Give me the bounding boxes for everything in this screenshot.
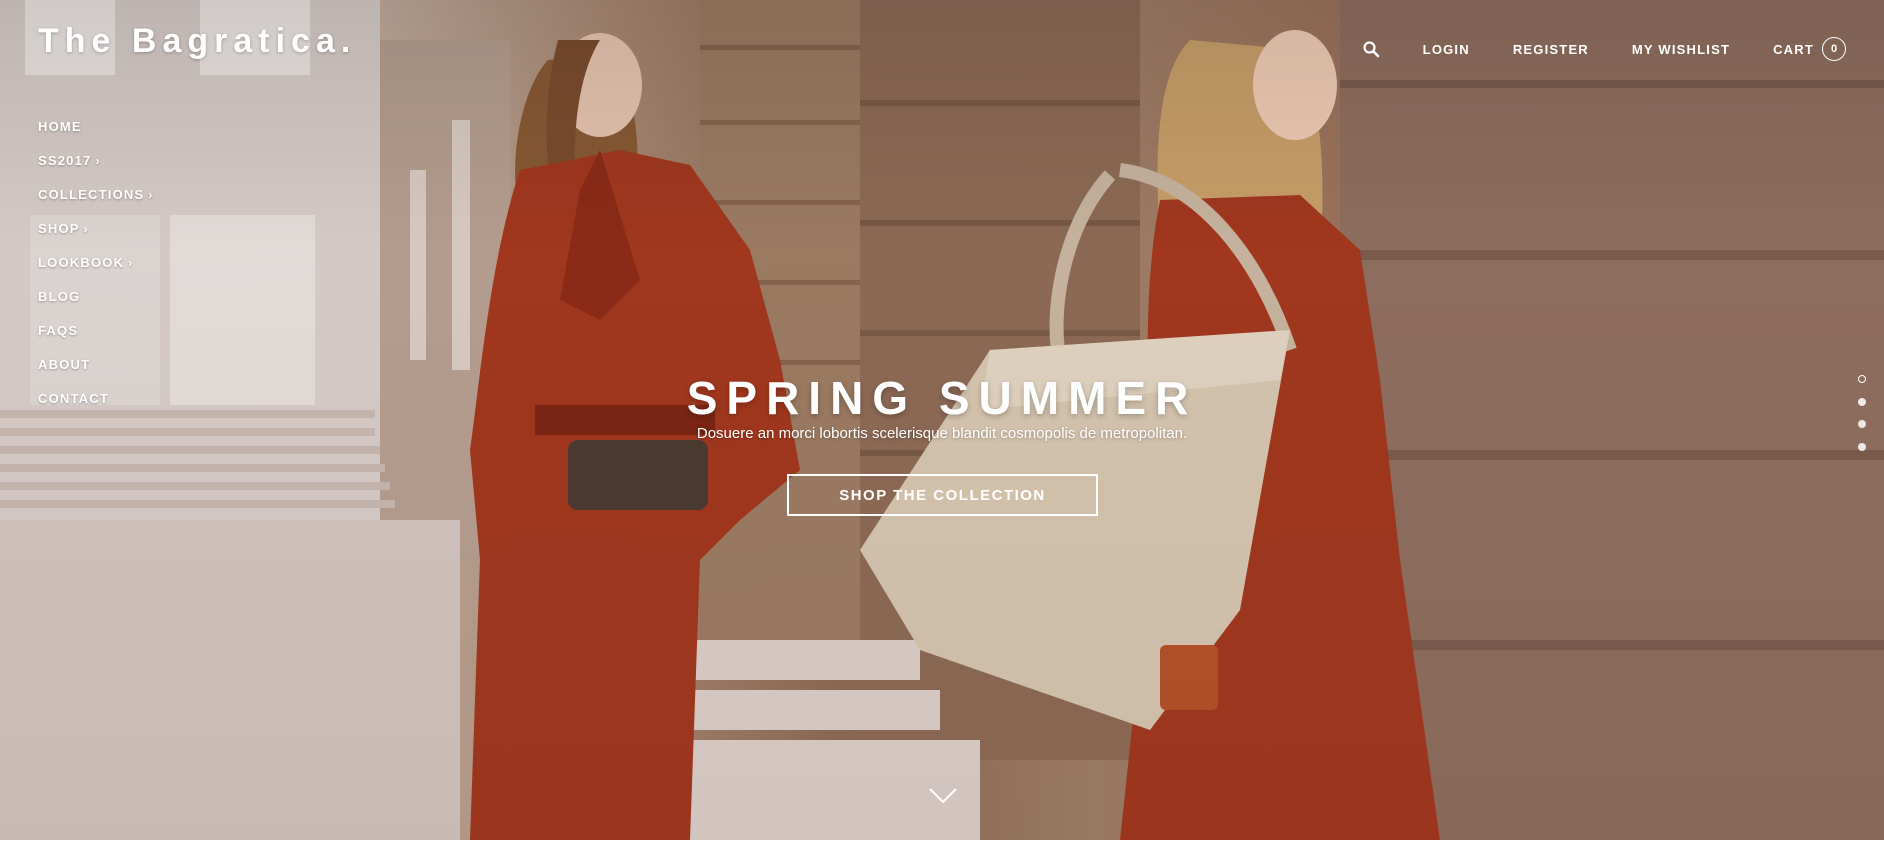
nav-item-label: LOOKBOOK	[38, 255, 125, 270]
nav-item-label: HOME	[38, 119, 82, 134]
chevron-right-icon: ›	[148, 188, 154, 202]
nav-item-lookbook[interactable]: LOOKBOOK ›	[38, 253, 154, 287]
nav-item-ss2017[interactable]: SS2017 ›	[38, 151, 154, 185]
site-logo[interactable]: The Bagratica.	[38, 22, 356, 61]
hero-banner: The Bagratica. HOME SS2017 › COLLECTIONS ›…	[0, 0, 1884, 840]
hero-title: SPRING SUMMER	[686, 371, 1198, 424]
nav-item-blog[interactable]: BLOG	[38, 287, 154, 321]
register-link[interactable]: REGISTER	[1513, 42, 1589, 57]
chevron-right-icon: ›	[95, 154, 101, 168]
slide-dot-2[interactable]	[1858, 397, 1866, 406]
cart-count-badge: 0	[1822, 37, 1846, 61]
nav-item-label: FAQS	[38, 323, 79, 338]
nav-item-label: SHOP	[38, 221, 80, 236]
hero-subtitle: Dosuere an morci lobortis scelerisque bl…	[696, 425, 1188, 442]
slide-dot-4[interactable]	[1858, 442, 1866, 451]
nav-item-home[interactable]: HOME	[38, 117, 154, 151]
chevron-right-icon: ›	[83, 222, 89, 236]
top-navigation: LOGIN REGISTER MY WISHLIST CART 0	[1362, 36, 1846, 62]
search-icon[interactable]	[1362, 40, 1380, 58]
slider-pagination	[1858, 375, 1866, 465]
nav-item-faqs[interactable]: FAQS	[38, 321, 154, 355]
shop-collection-button[interactable]: SHOP THE COLLECTION	[787, 474, 1098, 516]
nav-item-label: SS2017	[38, 153, 92, 168]
slide-dot-1[interactable]	[1858, 375, 1866, 383]
chevron-down-icon[interactable]	[928, 787, 958, 805]
chevron-right-icon: ›	[128, 256, 134, 270]
wishlist-link[interactable]: MY WISHLIST	[1632, 42, 1730, 57]
login-link[interactable]: LOGIN	[1423, 42, 1470, 57]
slide-dot-3[interactable]	[1858, 420, 1866, 428]
cart-label: CART	[1773, 41, 1814, 57]
nav-item-label: BLOG	[38, 289, 81, 304]
cart-link[interactable]: CART 0	[1773, 37, 1846, 61]
nav-item-collections[interactable]: COLLECTIONS ›	[38, 185, 154, 219]
nav-item-label: ABOUT	[38, 357, 91, 372]
nav-item-label: COLLECTIONS	[38, 187, 145, 202]
nav-item-shop[interactable]: SHOP ›	[38, 219, 154, 253]
